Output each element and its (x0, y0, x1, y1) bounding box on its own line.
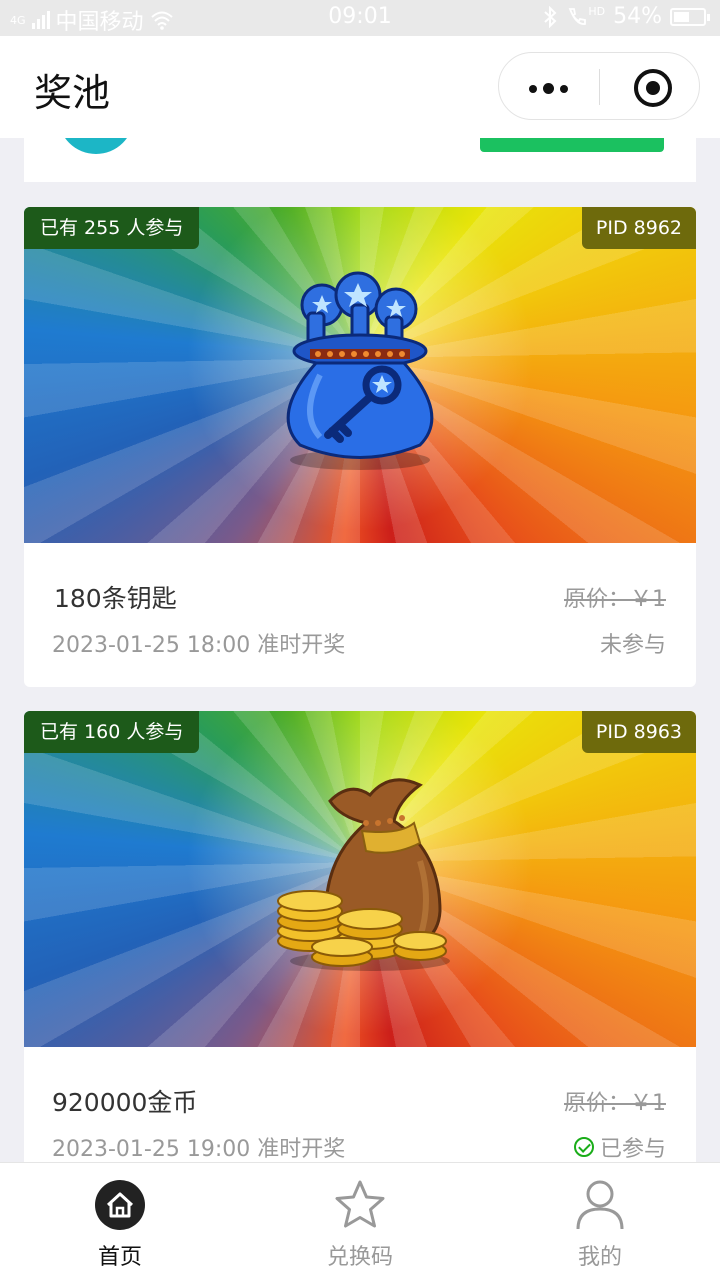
prize-card[interactable]: 已有 160 人参与 PID 8963 920000金币 原价：￥1 2023-… (24, 711, 696, 1191)
star-icon (335, 1180, 385, 1228)
page-title: 奖池 (34, 71, 111, 115)
tab-mine[interactable]: 我的 (480, 1163, 720, 1280)
prize-image: 已有 160 人参与 PID 8963 (24, 711, 696, 1047)
scrolled-card (24, 138, 696, 182)
pid-badge: PID 8963 (581, 711, 696, 753)
draw-time: 2023-01-25 19:00 准时开奖 (52, 1137, 346, 1162)
prize-image: 已有 255 人参与 PID 8962 (24, 207, 696, 543)
participants-badge: 已有 160 人参与 (24, 711, 200, 753)
avatar (58, 138, 134, 154)
user-icon (576, 1180, 624, 1230)
original-price: 原价：￥1 (564, 587, 666, 612)
tab-redeem-code[interactable]: 兑换码 (240, 1163, 480, 1280)
participation-status: 未参与 (600, 627, 666, 659)
check-circle-icon (573, 1137, 594, 1157)
pid-badge: PID 8962 (581, 207, 696, 249)
battery-percent: 54% (613, 4, 662, 29)
status-label: 未参与 (599, 633, 666, 658)
tab-bar: 首页 兑换码 我的 (0, 1162, 720, 1280)
status-bar: 4G 中国移动 09:01 HD 54% (0, 0, 720, 36)
participation-status: 已参与 (573, 1131, 666, 1163)
tab-home[interactable]: 首页 (0, 1163, 240, 1280)
green-action-button[interactable] (480, 138, 664, 152)
tab-label: 我的 (577, 1245, 622, 1270)
tab-label: 兑换码 (326, 1245, 393, 1270)
status-label: 已参与 (599, 1137, 666, 1162)
tab-label: 首页 (97, 1245, 142, 1270)
capsule-divider (599, 69, 600, 105)
prize-name: 920000金币 (52, 1088, 198, 1117)
prize-card[interactable]: 已有 255 人参与 PID 8962 180条钥匙 原价：￥1 2023-01… (24, 207, 696, 687)
home-icon (95, 1180, 145, 1230)
more-icon[interactable] (529, 83, 568, 94)
phone-icon (569, 7, 587, 25)
bluetooth-icon (544, 5, 557, 28)
draw-time: 2023-01-25 18:00 准时开奖 (52, 633, 346, 658)
prize-name: 180条钥匙 (54, 584, 177, 613)
participants-badge: 已有 255 人参与 (24, 207, 200, 249)
status-right: HD 54% (542, 4, 710, 29)
mini-program-capsule (498, 52, 700, 120)
coin-bag-icon (277, 778, 450, 971)
close-target-icon[interactable] (634, 69, 672, 107)
hd-label: HD (588, 5, 606, 18)
original-price: 原价：￥1 (564, 1091, 666, 1116)
prize-info: 180条钥匙 原价：￥1 2023-01-25 18:00 准时开奖 未参与 (24, 543, 696, 687)
key-bag-icon (286, 271, 434, 470)
battery-icon (670, 7, 710, 26)
nav-bar: 奖池 (0, 36, 720, 138)
